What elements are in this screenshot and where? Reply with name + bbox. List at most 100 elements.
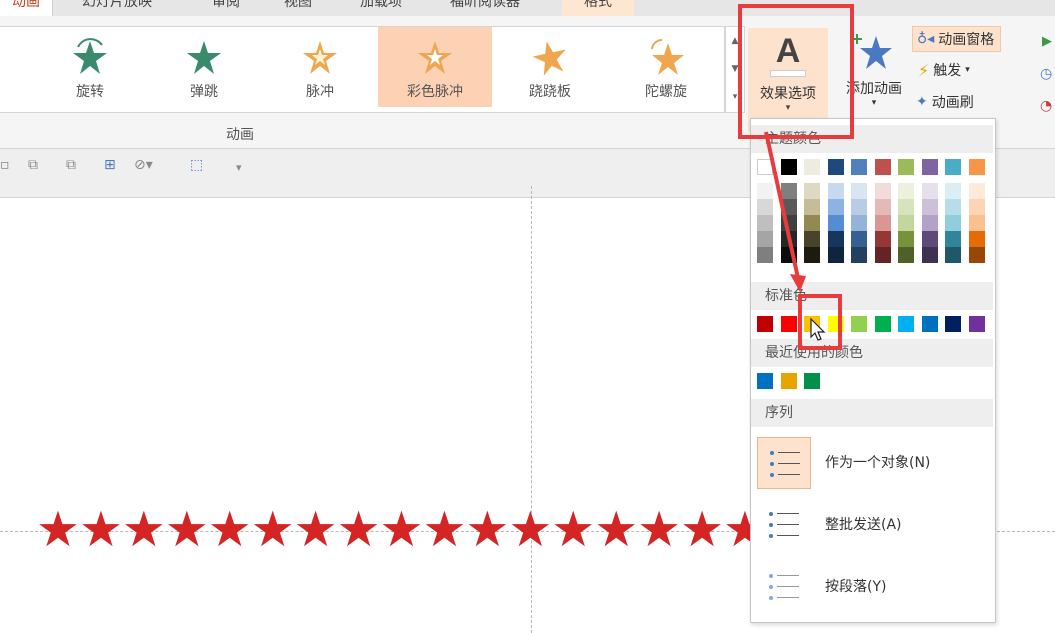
theme-shade-swatch[interactable] — [945, 231, 961, 247]
theme-shade-swatch[interactable] — [945, 247, 961, 263]
star-shape[interactable]: ★ — [465, 501, 509, 558]
standard-color-swatch[interactable] — [780, 316, 797, 332]
recent-color-swatch[interactable] — [757, 373, 773, 389]
tab-foxit[interactable]: 福昕阅读器 — [450, 0, 520, 11]
select-icon[interactable]: ⬚ — [190, 157, 203, 173]
delay-icon[interactable]: ◔ — [1040, 98, 1052, 114]
theme-shade-swatch[interactable] — [827, 199, 844, 215]
play-icon[interactable]: ▶ — [1042, 34, 1052, 49]
star-shape[interactable]: ★ — [508, 501, 552, 558]
send-backward-icon[interactable]: ⧉ — [66, 157, 76, 173]
clock-icon[interactable]: ◷ — [1040, 66, 1052, 82]
theme-shade-swatch[interactable] — [898, 231, 914, 247]
sequence-as-one-object[interactable]: 作为一个对象(N) — [751, 433, 993, 493]
recent-color-swatch[interactable] — [780, 373, 797, 389]
bring-forward-icon[interactable]: ⧉ — [28, 157, 38, 173]
theme-shade-swatch[interactable] — [898, 199, 914, 215]
effect-bounce[interactable]: 弹跳 — [156, 27, 252, 107]
theme-shade-swatch[interactable] — [851, 183, 867, 199]
theme-shade-swatch[interactable] — [827, 183, 844, 199]
tab-addins[interactable]: 加载项 — [360, 0, 402, 11]
theme-color-swatch[interactable] — [898, 159, 914, 175]
group-icon[interactable]: ⊘▾ — [134, 157, 153, 173]
star-shape[interactable]: ★ — [380, 501, 424, 558]
theme-shade-swatch[interactable] — [945, 199, 961, 215]
theme-shade-swatch[interactable] — [945, 183, 961, 199]
theme-shade-swatch[interactable] — [827, 215, 844, 231]
star-shape[interactable]: ★ — [165, 501, 209, 558]
theme-shade-swatch[interactable] — [921, 183, 938, 199]
trigger-button[interactable]: ⚡ 触发 ▾ — [918, 60, 970, 80]
theme-shade-swatch[interactable] — [921, 247, 938, 263]
star-shape[interactable]: ★ — [251, 501, 295, 558]
star-shape[interactable]: ★ — [637, 501, 681, 558]
star-shape[interactable]: ★ — [422, 501, 466, 558]
theme-shade-swatch[interactable] — [898, 247, 914, 263]
theme-shade-swatch[interactable] — [968, 183, 985, 199]
standard-color-swatch[interactable] — [968, 316, 985, 332]
theme-shade-swatch[interactable] — [968, 199, 985, 215]
star-spin-icon — [651, 38, 684, 75]
theme-shade-swatch[interactable] — [874, 247, 891, 263]
selection-pane-icon[interactable]: ⊞ — [104, 157, 116, 173]
theme-shade-swatch[interactable] — [921, 215, 938, 231]
theme-shade-swatch[interactable] — [945, 215, 961, 231]
theme-shade-swatch[interactable] — [968, 247, 985, 263]
standard-color-swatch[interactable] — [921, 316, 938, 332]
theme-shade-swatch[interactable] — [851, 231, 867, 247]
theme-color-swatch[interactable] — [827, 159, 844, 175]
effect-spin-top[interactable]: 陀螺旋 — [618, 27, 714, 107]
effect-teeter[interactable]: 跷跷板 — [502, 27, 598, 107]
theme-color-swatch[interactable] — [874, 159, 891, 175]
theme-shade-swatch[interactable] — [898, 215, 914, 231]
sequence-by-paragraph[interactable]: 按段落(Y) — [751, 557, 993, 617]
star-shape[interactable]: ★ — [337, 501, 381, 558]
animation-painter-button[interactable]: ✦ 动画刷 — [916, 92, 974, 112]
standard-color-swatch[interactable] — [851, 316, 867, 332]
theme-shade-swatch[interactable] — [874, 231, 891, 247]
standard-color-swatch[interactable] — [874, 316, 891, 332]
standard-color-swatch[interactable] — [898, 316, 914, 332]
tab-slideshow[interactable]: 幻灯片放映 — [82, 0, 152, 11]
theme-shade-swatch[interactable] — [874, 215, 891, 231]
star-shape[interactable]: ★ — [122, 501, 166, 558]
theme-shade-swatch[interactable] — [874, 183, 891, 199]
theme-color-swatch[interactable] — [851, 159, 867, 175]
star-shape[interactable]: ★ — [294, 501, 338, 558]
theme-color-swatch[interactable] — [921, 159, 938, 175]
effect-pulse[interactable]: 脉冲 — [272, 27, 368, 107]
theme-shade-swatch[interactable] — [827, 231, 844, 247]
star-shape[interactable]: ★ — [208, 501, 252, 558]
sequence-all-at-once[interactable]: 整批发送(A) — [751, 495, 993, 555]
star-shape[interactable]: ★ — [594, 501, 638, 558]
standard-color-swatch[interactable] — [945, 316, 961, 332]
theme-shade-swatch[interactable] — [921, 199, 938, 215]
star-shape[interactable]: ★ — [680, 501, 724, 558]
theme-shade-swatch[interactable] — [921, 231, 938, 247]
effect-spin[interactable]: 旋转 — [42, 27, 138, 107]
theme-shade-swatch[interactable] — [851, 215, 867, 231]
recent-color-swatch[interactable] — [804, 373, 820, 389]
standard-color-swatch[interactable] — [757, 316, 773, 332]
arrange-icon[interactable]: ▫ — [0, 157, 10, 173]
effect-color-pulse[interactable]: 彩色脉冲 — [378, 27, 492, 107]
theme-shade-swatch[interactable] — [851, 199, 867, 215]
animation-pane-button[interactable]: ♁◂ 动画窗格 — [912, 26, 1002, 52]
theme-shade-swatch[interactable] — [968, 215, 985, 231]
tab-format[interactable]: 格式 — [562, 0, 634, 16]
theme-color-swatch[interactable] — [968, 159, 985, 175]
star-shape[interactable]: ★ — [36, 501, 80, 558]
tab-review[interactable]: 审阅 — [212, 0, 240, 11]
tab-view[interactable]: 视图 — [284, 0, 312, 11]
theme-shade-swatch[interactable] — [827, 247, 844, 263]
tab-animation[interactable]: 动画 — [0, 0, 53, 16]
theme-shade-swatch[interactable] — [968, 231, 985, 247]
theme-color-swatch[interactable] — [945, 159, 961, 175]
theme-shade-swatch[interactable] — [851, 247, 867, 263]
customize-toolbar-icon[interactable]: ▾ — [236, 161, 242, 174]
star-shape[interactable]: ★ — [551, 501, 595, 558]
theme-shade-swatch[interactable] — [898, 183, 914, 199]
effect-label: 陀螺旋 — [645, 84, 687, 100]
theme-shade-swatch[interactable] — [874, 199, 891, 215]
star-shape[interactable]: ★ — [79, 501, 123, 558]
